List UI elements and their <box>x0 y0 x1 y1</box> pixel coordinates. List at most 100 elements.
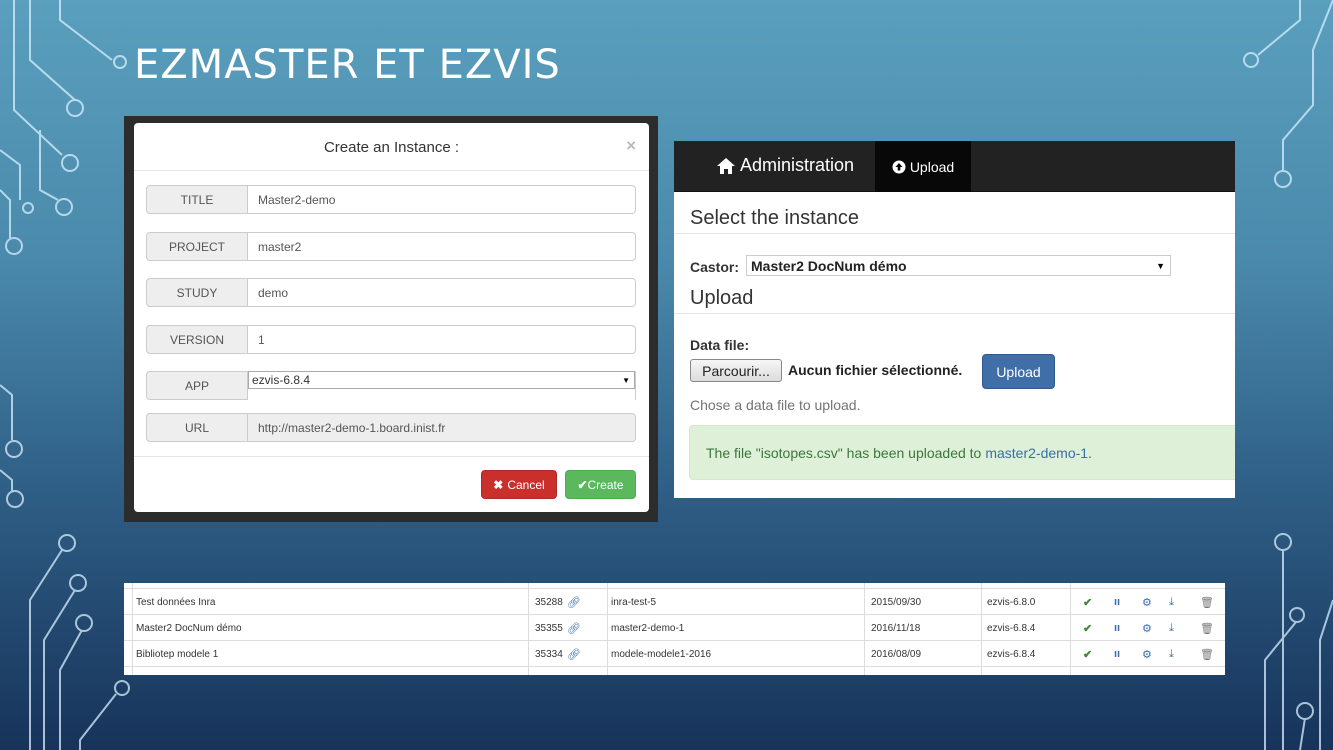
castor-select-value: Master2 DocNum démo <box>751 257 907 274</box>
modal-title: Create an Instance : <box>323 139 460 156</box>
no-file-text: Aucun fichier sélectionné. <box>788 362 963 378</box>
pause-icon[interactable]: ıı <box>1114 641 1120 667</box>
upload-circle-icon <box>892 160 906 173</box>
trash-icon[interactable]: 🗑︎ <box>1200 641 1214 667</box>
help-text: Chose a data file to upload. <box>690 397 861 413</box>
admin-upload-screenshot: Administration Upload Select the instanc… <box>674 141 1235 498</box>
technical-name: master2-demo-1 <box>611 622 685 634</box>
study-input[interactable]: demo <box>248 278 636 307</box>
create-instance-screenshot: Create an Instance : × TITLE Master2-dem… <box>124 116 658 522</box>
browse-button[interactable]: Parcourir... <box>690 359 782 382</box>
app-row: APP ezvis-6.8.4 ▼ <box>146 371 636 400</box>
check-icon: ✔ <box>577 477 588 492</box>
app-select-value: ezvis-6.8.4 <box>252 373 311 387</box>
check-icon[interactable]: ✔ <box>1083 589 1092 615</box>
cancel-button[interactable]: ✖ Cancel <box>481 470 557 499</box>
instances-table-screenshot: Test données Inra 35288 🔗︎ inra-test-5 2… <box>124 583 1225 675</box>
divider <box>674 233 1235 234</box>
caret-down-icon: ▼ <box>1156 260 1165 271</box>
study-row: STUDY demo <box>146 278 636 307</box>
instance-port: 35288 <box>535 596 563 608</box>
creation-date: 2015/09/30 <box>871 596 922 608</box>
caret-down-icon: ▼ <box>622 375 630 385</box>
version-row: VERSION 1 <box>146 325 636 354</box>
upload-button[interactable]: Upload <box>982 354 1055 389</box>
create-instance-modal: Create an Instance : × TITLE Master2-dem… <box>134 123 649 512</box>
alert-end: . <box>1088 444 1092 461</box>
slide-title: EZMASTER ET EZVIS <box>134 42 561 88</box>
castor-label: Castor: <box>690 259 740 275</box>
project-label: PROJECT <box>146 232 248 261</box>
alert-text: The file "isotopes.csv" has been uploade… <box>706 444 982 461</box>
url-input: http://master2-demo-1.board.inist.fr <box>248 413 636 442</box>
table-row <box>124 666 1225 675</box>
castor-select[interactable]: Master2 DocNum démo ▼ <box>746 255 1171 276</box>
instance-name: Master2 DocNum démo <box>136 622 242 634</box>
table-row: Bibliotep modele 1 35334 🔗︎ modele-model… <box>124 640 1225 666</box>
check-icon[interactable]: ✔ <box>1083 615 1092 641</box>
trash-icon[interactable]: 🗑︎ <box>1200 615 1214 641</box>
app-label: APP <box>146 371 248 400</box>
port-cell: 35355 🔗︎ <box>535 615 581 641</box>
url-label: URL <box>146 413 248 442</box>
project-input[interactable]: master2 <box>248 232 636 261</box>
link-icon[interactable]: 🔗︎ <box>567 622 581 635</box>
close-icon[interactable]: × <box>626 136 636 156</box>
creation-date: 2016/08/09 <box>871 648 922 660</box>
technical-name: inra-test-5 <box>611 596 657 608</box>
link-icon[interactable]: 🔗︎ <box>567 648 581 661</box>
gear-icon[interactable]: ⚙ <box>1142 615 1152 641</box>
brand-label: Administration <box>740 155 855 175</box>
create-button[interactable]: ✔ Create <box>565 470 636 499</box>
divider <box>674 313 1235 314</box>
version-label: VERSION <box>146 325 248 354</box>
instance-name: Test données Inra <box>136 596 216 608</box>
instance-name: Bibliotep modele 1 <box>136 648 219 660</box>
check-icon[interactable]: ✔ <box>1083 641 1092 667</box>
home-icon <box>717 157 735 174</box>
title-row: TITLE Master2-demo <box>146 185 636 214</box>
success-alert: The file "isotopes.csv" has been uploade… <box>689 425 1235 480</box>
data-file-label: Data file: <box>690 337 750 353</box>
app-version: ezvis-6.8.4 <box>987 622 1036 634</box>
version-input[interactable]: 1 <box>248 325 636 354</box>
study-label: STUDY <box>146 278 248 307</box>
instance-port: 35355 <box>535 622 563 634</box>
pause-icon[interactable]: ıı <box>1114 615 1120 641</box>
select-instance-heading: Select the instance <box>690 207 859 229</box>
gear-icon[interactable]: ⚙ <box>1142 641 1152 667</box>
upload-heading: Upload <box>690 287 754 309</box>
brand-link[interactable]: Administration <box>716 155 854 176</box>
instance-port: 35334 <box>535 648 563 660</box>
cancel-button-label: Cancel <box>507 477 545 492</box>
creation-date: 2016/11/18 <box>871 622 921 634</box>
navbar: Administration Upload <box>674 141 1235 192</box>
gear-icon[interactable]: ⚙ <box>1142 589 1152 615</box>
link-icon[interactable]: 🔗︎ <box>567 596 581 609</box>
alert-instance-link[interactable]: master2-demo-1 <box>985 445 1088 461</box>
trash-icon[interactable]: 🗑︎ <box>1200 589 1214 615</box>
pause-icon[interactable]: ıı <box>1114 589 1120 615</box>
port-cell: 35288 🔗︎ <box>535 589 581 615</box>
app-select-wrap: ezvis-6.8.4 ▼ <box>248 371 636 400</box>
title-input[interactable]: Master2-demo <box>248 185 636 214</box>
app-select[interactable]: ezvis-6.8.4 ▼ <box>248 371 635 389</box>
download-icon[interactable]: ⤓ <box>1169 641 1174 667</box>
app-version: ezvis-6.8.4 <box>987 648 1036 660</box>
url-row: URL http://master2-demo-1.board.inist.fr <box>146 413 636 442</box>
title-label: TITLE <box>146 185 248 214</box>
port-cell: 35334 🔗︎ <box>535 641 581 667</box>
table-row: Test données Inra 35288 🔗︎ inra-test-5 2… <box>124 588 1225 614</box>
app-version: ezvis-6.8.0 <box>987 596 1036 608</box>
modal-footer: ✖ Cancel ✔ Create <box>134 456 649 512</box>
technical-name: modele-modele1-2016 <box>611 648 712 660</box>
nav-upload-label: Upload <box>909 158 955 175</box>
create-button-label: Create <box>587 477 624 492</box>
project-row: PROJECT master2 <box>146 232 636 261</box>
download-icon[interactable]: ⤓ <box>1169 615 1174 641</box>
table-row: Master2 DocNum démo 35355 🔗︎ master2-dem… <box>124 614 1225 640</box>
modal-header: Create an Instance : × <box>134 123 649 171</box>
remove-icon: ✖ <box>493 477 504 492</box>
nav-upload-tab[interactable]: Upload <box>875 141 971 192</box>
download-icon[interactable]: ⤓ <box>1169 589 1174 615</box>
